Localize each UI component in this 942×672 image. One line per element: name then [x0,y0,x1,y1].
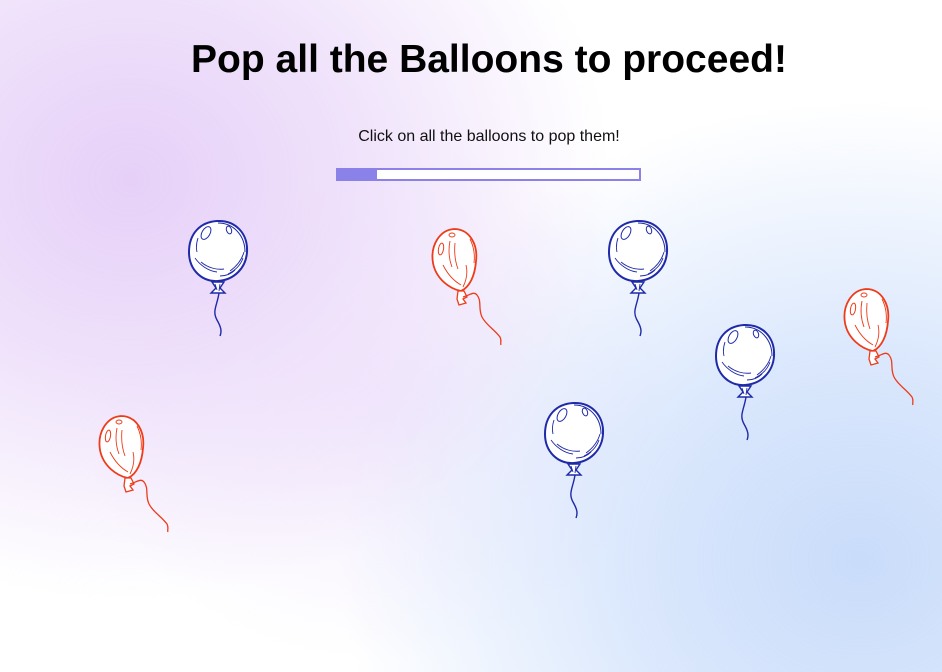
balloon-red[interactable] [97,412,172,537]
pop-progress-fill [338,170,378,179]
page-title: Pop all the Balloons to proceed! [191,38,787,81]
balloon-blue[interactable] [604,216,674,341]
balloon-blue[interactable] [184,216,254,341]
instruction-text: Click on all the balloons to pop them! [358,128,620,145]
balloon-blue[interactable] [540,398,610,523]
pop-progress-bar [336,168,641,181]
balloon-blue[interactable] [711,320,781,445]
balloon-red[interactable] [430,225,505,350]
balloon-red[interactable] [842,285,917,410]
